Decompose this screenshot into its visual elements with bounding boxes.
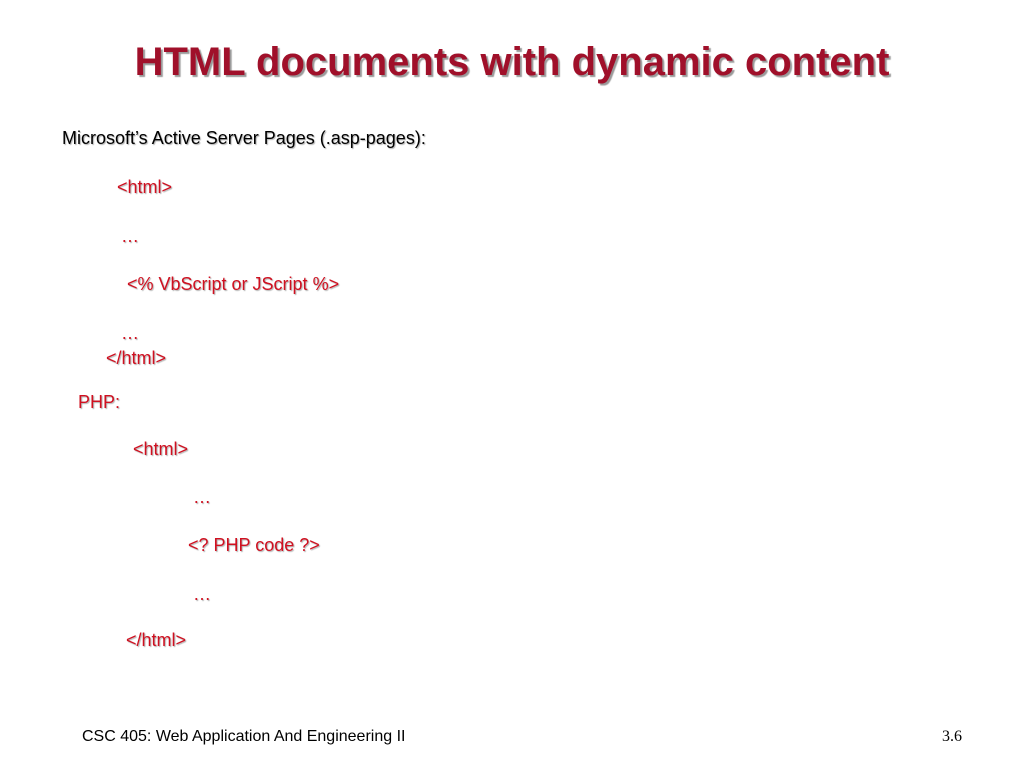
asp-heading: Microsoft’s Active Server Pages (.asp-pa… — [62, 128, 426, 148]
asp-code-line-html-close: </html> — [106, 348, 167, 368]
asp-code-line-ellipsis-1: … — [121, 226, 139, 246]
php-code-line-ellipsis-1: … — [193, 487, 211, 507]
php-code-line-ellipsis-2: … — [193, 584, 211, 604]
php-heading: PHP: — [78, 392, 121, 412]
slide: HTML documents with dynamic content Micr… — [0, 0, 1024, 768]
php-code-line-script: <? PHP code ?> — [188, 535, 320, 555]
php-code-line-html-open: <html> — [133, 439, 189, 459]
slide-title: HTML documents with dynamic content — [134, 40, 890, 84]
footer-course: CSC 405: Web Application And Engineering… — [82, 728, 406, 745]
asp-code-line-html-open: <html> — [117, 177, 173, 197]
asp-code-line-script: <% VbScript or JScript %> — [127, 274, 340, 294]
asp-code-line-ellipsis-2: … — [121, 323, 139, 343]
footer-slide-number: 3.6 — [942, 728, 962, 745]
php-code-line-html-close: </html> — [126, 630, 187, 650]
